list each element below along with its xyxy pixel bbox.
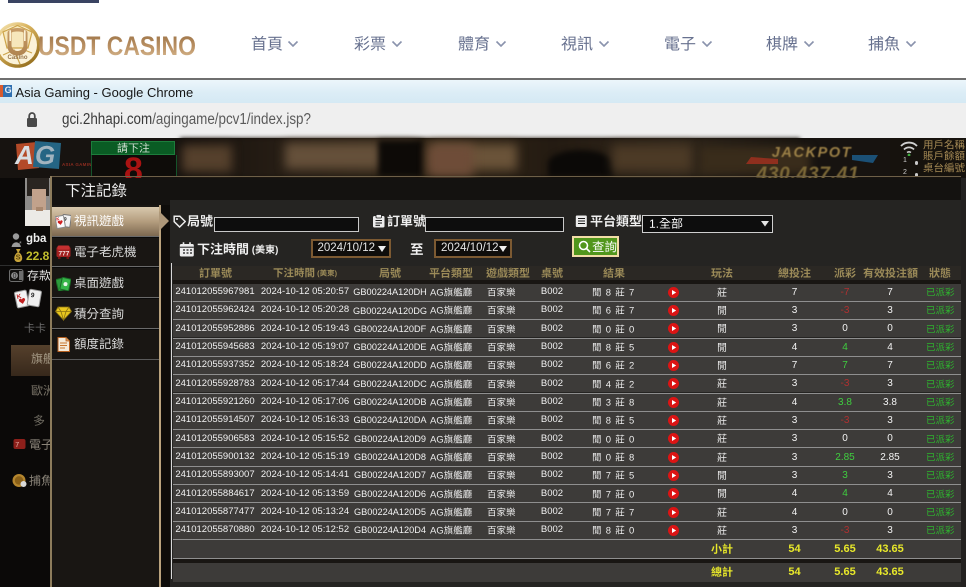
svg-text:777: 777: [59, 251, 70, 258]
svg-text:*: *: [19, 241, 22, 247]
svg-text:S: S: [15, 253, 20, 262]
svg-text:7: 7: [15, 442, 19, 449]
svg-text:0: 0: [13, 273, 17, 280]
